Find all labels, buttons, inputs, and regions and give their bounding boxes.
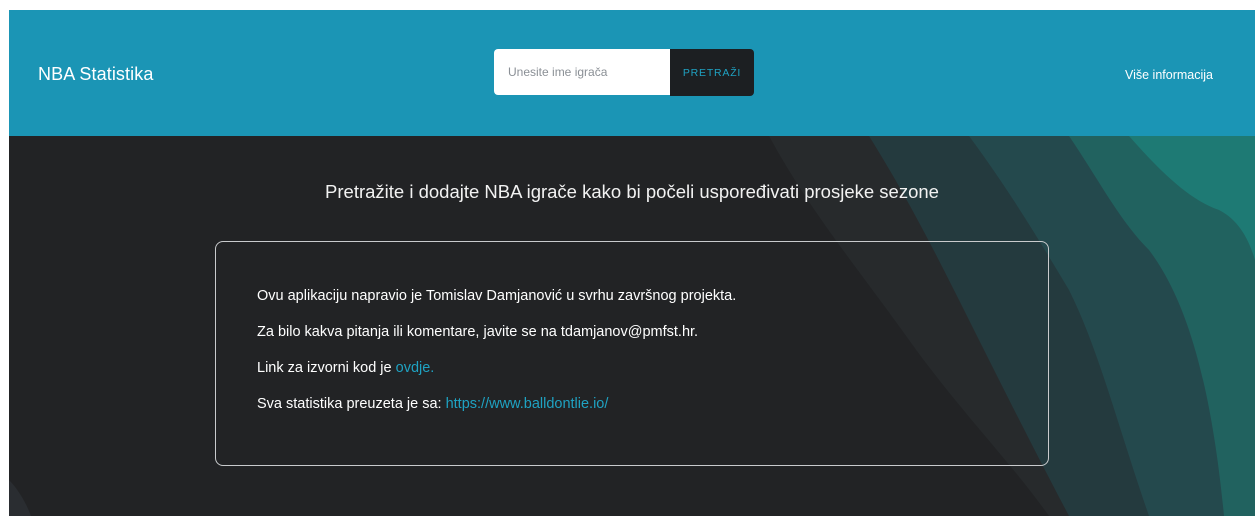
info-line-contact: Za bilo kakva pitanja ili komentare, jav… — [257, 324, 699, 340]
brand-title[interactable]: NBA Statistika — [38, 62, 153, 86]
source-code-link[interactable]: ovdje. — [396, 360, 435, 376]
info-card: Ovu aplikaciju napravio je Tomislav Damj… — [215, 241, 1049, 466]
page-headline: Pretražite i dodajte NBA igrače kako bi … — [325, 181, 939, 202]
info-line-author: Ovu aplikaciju napravio je Tomislav Damj… — [257, 288, 737, 304]
source-code-label: Link za izvorni kod je — [257, 360, 396, 376]
wave-corner-bottom-left — [9, 480, 31, 516]
app-window: NBA Statistika PRETRAŽI Više informacija… — [9, 10, 1255, 516]
data-source-label: Sva statistika preuzeta je sa: — [257, 396, 446, 412]
search-button[interactable]: PRETRAŽI — [670, 49, 754, 96]
data-source-link[interactable]: https://www.balldontlie.io/ — [446, 396, 609, 412]
info-line-source-code: Link za izvorni kod je ovdje. — [257, 358, 434, 378]
top-navbar: NBA Statistika PRETRAŽI Više informacija — [9, 10, 1255, 136]
info-line-data-source: Sva statistika preuzeta je sa: https://w… — [257, 394, 608, 414]
more-info-link[interactable]: Više informacija — [1125, 67, 1213, 83]
player-search-input[interactable] — [494, 49, 670, 95]
